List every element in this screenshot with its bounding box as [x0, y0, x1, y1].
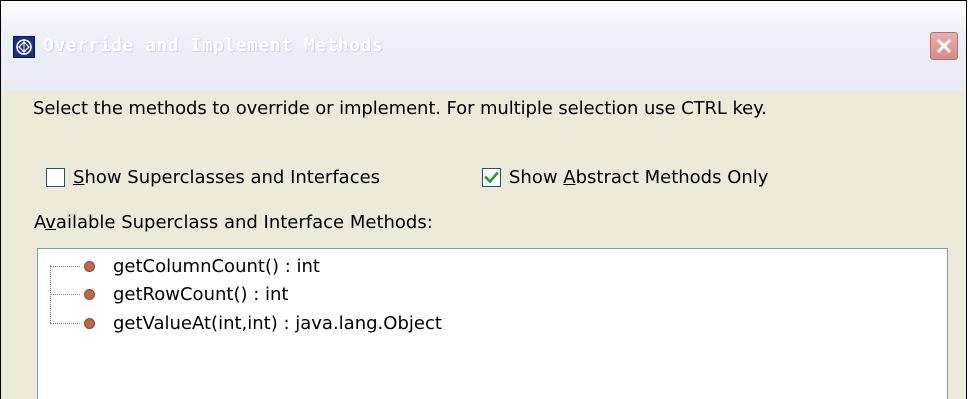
show-superclasses-checkbox[interactable]: Show Superclasses and Interfaces — [46, 165, 380, 189]
method-label: getRowCount() : int — [113, 283, 289, 305]
dialog-window: Override and Implement Methods Select th… — [0, 0, 967, 399]
title-bar[interactable]: Override and Implement Methods — [1, 1, 966, 91]
method-label: getValueAt(int,int) : java.lang.Object — [113, 312, 442, 334]
available-methods-label: Available Superclass and Interface Metho… — [34, 212, 433, 233]
checkmark-icon — [484, 171, 499, 183]
close-icon — [936, 38, 952, 54]
method-icon — [84, 260, 95, 272]
tree-branch — [50, 322, 80, 324]
instruction-text: Select the methods to override or implem… — [33, 98, 767, 119]
dialog-body: Select the methods to override or implem… — [1, 91, 966, 399]
tree-branch — [50, 293, 80, 295]
window-title: Override and Implement Methods — [43, 35, 384, 56]
show-abstract-checkbox[interactable]: Show Abstract Methods Only — [482, 165, 768, 189]
tree-branch — [50, 265, 80, 267]
tree-item[interactable]: getValueAt(int,int) : java.lang.Object — [50, 310, 442, 336]
show-superclasses-label: Show Superclasses and Interfaces — [73, 166, 381, 188]
eclipse-icon — [13, 36, 35, 58]
tree-item[interactable]: getColumnCount() : int — [50, 253, 320, 279]
tree-item[interactable]: getRowCount() : int — [50, 281, 288, 307]
method-label: getColumnCount() : int — [113, 255, 320, 277]
show-abstract-label: Show Abstract Methods Only — [509, 166, 769, 188]
close-button[interactable] — [930, 32, 958, 60]
checkbox-box[interactable] — [46, 167, 65, 187]
methods-tree[interactable]: getColumnCount() : int getRowCount() : i… — [37, 248, 948, 399]
method-icon — [84, 288, 95, 300]
checkbox-box-checked[interactable] — [482, 167, 501, 187]
method-icon — [84, 317, 95, 329]
